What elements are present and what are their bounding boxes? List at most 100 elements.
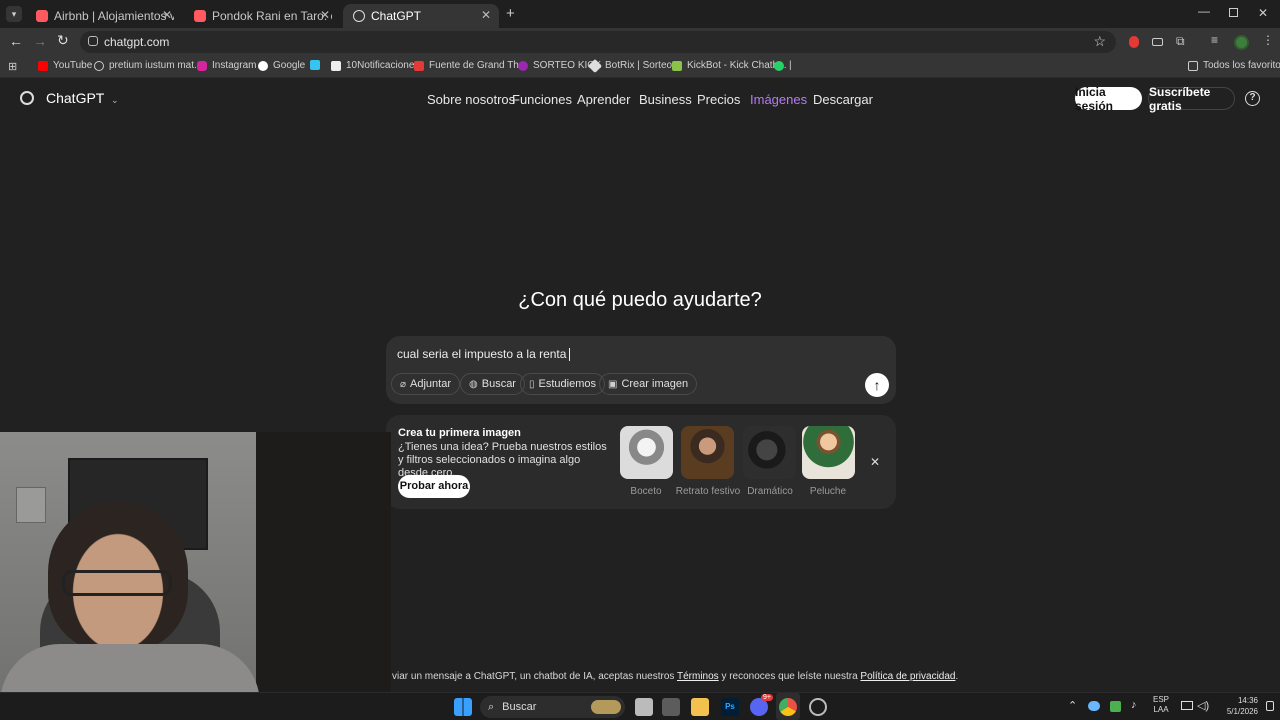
privacy-link[interactable]: Política de privacidad [860, 671, 955, 682]
help-icon[interactable]: ? [1245, 91, 1260, 106]
site-info-icon[interactable] [88, 36, 98, 46]
language-indicator[interactable]: ESP LAA [1153, 695, 1169, 715]
brand-label: ChatGPT [46, 90, 105, 106]
style-thumb-peluche[interactable] [802, 426, 855, 479]
nav-funciones[interactable]: Funciones [512, 92, 572, 107]
book-icon: ▯ [529, 378, 535, 390]
bookmark-google[interactable]: Google [258, 60, 305, 71]
terms-link[interactable]: Términos [677, 671, 719, 682]
extension-red-icon[interactable] [1129, 36, 1139, 48]
bookmark-pretium[interactable]: pretium iustum mat... [94, 60, 202, 71]
bookmark-slack[interactable] [310, 60, 325, 70]
apps-grid-icon[interactable]: ⊞ [8, 60, 17, 73]
study-button[interactable]: ▯ Estudiemos [520, 373, 605, 395]
signup-button[interactable]: Suscríbete gratis [1148, 85, 1235, 113]
legal-footer: viar un mensaje a ChatGPT, un chatbot de… [392, 671, 958, 682]
clock[interactable]: 14:36 5/1/2026 [1214, 695, 1258, 717]
webcam-person-glasses [62, 570, 172, 596]
reload-icon[interactable]: ↻ [57, 32, 69, 49]
login-button[interactable]: Inicia sesión [1075, 85, 1142, 113]
nav-business[interactable]: Business [639, 92, 692, 107]
close-window-icon[interactable]: ✕ [1258, 6, 1268, 20]
nav-aprender[interactable]: Aprender [577, 92, 630, 107]
tab-airbnb[interactable]: Airbnb | Alojamientos vacacion ✕ [26, 4, 180, 28]
windows-start-icon[interactable] [454, 698, 472, 716]
openai-logo-icon[interactable] [20, 91, 34, 105]
x-icon [331, 60, 341, 71]
windows-taskbar: ⌕ Buscar Ps 9+ ⌃ ♪ ESP LAA ◁) 14:36 5/1/… [0, 692, 1280, 720]
extension-card-icon[interactable] [1152, 38, 1163, 46]
tab-search-chevron-icon[interactable]: ▾ [6, 6, 22, 22]
google-icon [258, 60, 268, 71]
tab-title: Pondok Rani en Taro: casa de c [212, 9, 332, 23]
app-icon[interactable] [662, 698, 680, 716]
tab-pondok[interactable]: Pondok Rani en Taro: casa de c ✕ [184, 4, 338, 28]
bookmark-botrix[interactable]: BotRix | Sorteos [587, 58, 677, 73]
nav-imagenes[interactable]: Imágenes [750, 92, 807, 107]
forward-icon[interactable]: → [33, 33, 47, 49]
recording-app-icon[interactable] [809, 698, 827, 716]
webcam-light-switch [16, 487, 46, 523]
task-view-icon[interactable] [635, 698, 653, 716]
close-tab-icon[interactable]: ✕ [320, 8, 330, 22]
airbnb-favicon-icon [36, 10, 48, 22]
address-bar[interactable]: chatgpt.com ☆ [80, 31, 1116, 53]
all-bookmarks[interactable]: Todos los favoritos [1188, 60, 1280, 71]
bookmark-x[interactable]: 10Notificaciones [331, 60, 419, 71]
taskbar-search-label: Buscar [502, 701, 537, 713]
clock-time: 14:36 [1237, 696, 1258, 705]
webcam-doorway [256, 432, 391, 720]
taskbar-search[interactable]: ⌕ Buscar [480, 696, 625, 718]
tab-title: Airbnb | Alojamientos vacacion [54, 9, 174, 23]
bookmark-star-icon[interactable]: ☆ [1093, 33, 1106, 50]
url-text: chatgpt.com [104, 35, 170, 49]
bookmark-fuente[interactable]: Fuente de Grand Th... [414, 60, 527, 71]
airbnb-favicon-icon [194, 10, 206, 22]
bookmark-youtube[interactable]: YouTube [38, 60, 92, 71]
tray-cloud-icon[interactable] [1088, 701, 1100, 711]
nav-descargar[interactable]: Descargar [813, 92, 873, 107]
style-thumb-boceto[interactable] [620, 426, 673, 479]
notifications-icon[interactable] [1266, 701, 1274, 711]
restore-icon[interactable] [1229, 8, 1238, 17]
show-hidden-icons[interactable]: ⌃ [1068, 699, 1077, 712]
create-image-promo: Crea tu primera imagen ¿Tienes una idea?… [386, 415, 896, 509]
attach-button[interactable]: ⌀ Adjuntar [391, 373, 461, 395]
profile-avatar[interactable] [1234, 35, 1249, 50]
search-button[interactable]: ◍ Buscar [460, 373, 525, 395]
nav-sobre-nosotros[interactable]: Sobre nosotros [427, 92, 515, 107]
globe-icon: ◍ [469, 378, 478, 390]
style-thumb-dramatico[interactable] [743, 426, 796, 479]
send-button[interactable]: ↑ [865, 373, 889, 397]
prompt-input[interactable]: cual seria el impuesto a la renta [397, 347, 867, 365]
close-promo-icon[interactable]: ✕ [870, 455, 880, 469]
tray-app-icon[interactable] [1110, 701, 1121, 712]
nav-precios[interactable]: Precios [697, 92, 740, 107]
discord-badge: 9+ [761, 694, 773, 701]
create-image-button[interactable]: ▣ Crear imagen [599, 373, 698, 395]
new-tab-icon[interactable]: + [506, 5, 515, 22]
bookmarks-bar: ⊞ YouTube pretium iustum mat... Instagra… [0, 56, 1280, 78]
media-control-icon[interactable]: ≡ [1211, 33, 1218, 47]
try-now-button[interactable]: Probar ahora [398, 475, 470, 498]
close-tab-icon[interactable]: ✕ [481, 8, 491, 22]
close-tab-icon[interactable]: ✕ [162, 8, 172, 22]
prompt-composer: cual seria el impuesto a la renta ⌀ Adjun… [386, 336, 896, 404]
volume-icon[interactable]: ◁) [1197, 699, 1209, 712]
monitor-icon[interactable] [1181, 701, 1193, 710]
brand-menu[interactable]: ChatGPT ⌄ [46, 90, 119, 106]
file-explorer-icon[interactable] [691, 698, 709, 716]
style-thumb-retrato-festivo[interactable] [681, 426, 734, 479]
minimize-icon[interactable]: — [1198, 4, 1210, 18]
photoshop-icon[interactable]: Ps [721, 698, 739, 716]
extensions-puzzle-icon[interactable]: ⧉ [1176, 34, 1185, 49]
promo-title: Crea tu primera imagen [398, 427, 521, 439]
bookmark-kickbot[interactable]: KickBot - Kick Chatb... [672, 60, 786, 71]
back-icon[interactable]: ← [9, 33, 23, 49]
tab-chatgpt[interactable]: ChatGPT ✕ [343, 4, 499, 28]
microphone-icon[interactable]: ♪ [1131, 699, 1137, 711]
bookmark-instagram[interactable]: Instagram [197, 60, 256, 71]
browser-menu-icon[interactable]: ⋮ [1262, 33, 1274, 47]
bookmark-whatsapp[interactable]: | [774, 60, 792, 71]
image-icon: ▣ [608, 378, 618, 390]
